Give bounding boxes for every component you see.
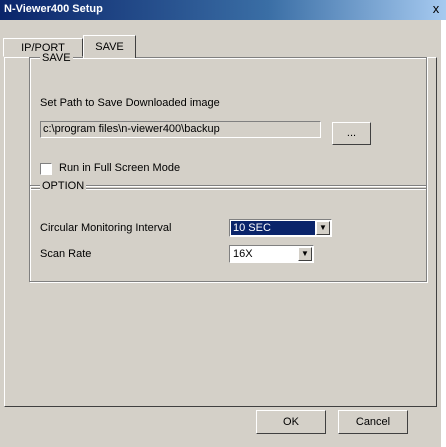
- save-group-legend: SAVE: [40, 52, 73, 64]
- scan-rate-select[interactable]: 16X ▼: [229, 245, 314, 263]
- window-title: N-Viewer400 Setup: [4, 3, 103, 15]
- fullscreen-checkbox[interactable]: [40, 163, 52, 175]
- chevron-down-icon[interactable]: ▼: [316, 221, 330, 235]
- save-path-label: Set Path to Save Downloaded image: [40, 97, 220, 109]
- save-path-input[interactable]: c:\program files\n-viewer400\backup: [40, 121, 321, 138]
- option-group-legend: OPTION: [40, 180, 87, 192]
- scan-rate-label: Scan Rate: [40, 248, 92, 260]
- fullscreen-label[interactable]: Run in Full Screen Mode: [59, 162, 180, 174]
- cancel-button[interactable]: Cancel: [338, 410, 408, 434]
- window-edge: [441, 20, 446, 447]
- interval-select[interactable]: 10 SEC ▼: [229, 219, 332, 237]
- interval-label: Circular Monitoring Interval: [40, 222, 172, 234]
- tab-save[interactable]: SAVE: [83, 35, 136, 58]
- scan-rate-selected-value: 16X: [233, 248, 253, 260]
- browse-button[interactable]: ...: [332, 122, 371, 145]
- interval-selected-value: 10 SEC: [231, 221, 315, 235]
- close-icon[interactable]: x: [429, 1, 443, 17]
- chevron-down-icon[interactable]: ▼: [298, 247, 312, 261]
- title-bar[interactable]: N-Viewer400 Setup x: [0, 0, 446, 20]
- ok-button[interactable]: OK: [256, 410, 326, 434]
- setup-dialog: N-Viewer400 Setup x IP/PORT SAVE SAVE Se…: [0, 0, 446, 447]
